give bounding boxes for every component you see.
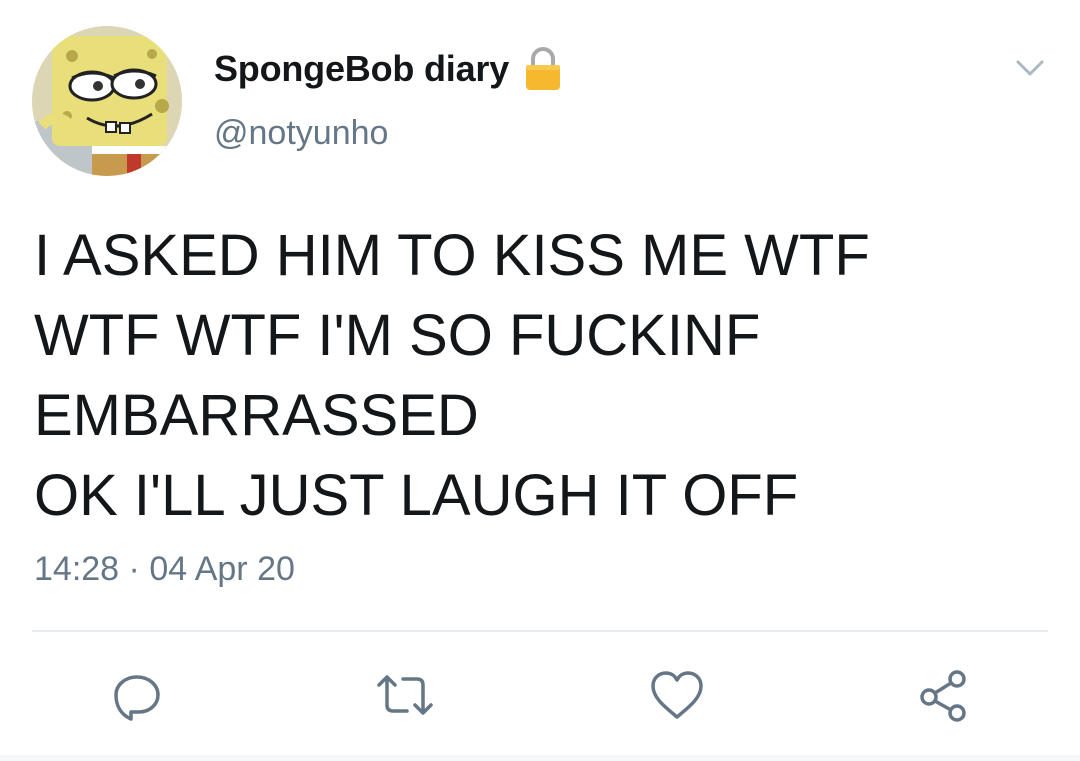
tweet-text-line: OK I'LL JUST LAUGH IT OFF	[34, 463, 799, 528]
tweet-date[interactable]: 04 Apr 20	[149, 550, 295, 588]
tweet-text-line: I ASKED HIM TO KISS ME WTF	[34, 223, 870, 288]
author-handle[interactable]: @notyunho	[214, 114, 388, 153]
avatar[interactable]	[32, 26, 182, 176]
reply-icon	[114, 675, 160, 721]
tweet-card: SpongeBob diary @notyunho I ASKED HIM TO…	[0, 0, 1080, 761]
divider	[32, 630, 1048, 632]
share-icon	[920, 670, 966, 722]
spongebob-avatar-icon	[32, 26, 182, 176]
tweet-time[interactable]: 14:28	[34, 550, 119, 588]
share-button[interactable]	[908, 660, 978, 730]
chevron-down-icon[interactable]	[1012, 54, 1048, 82]
tweet-text-line: EMBARRASSED	[34, 383, 479, 448]
tweet-text: I ASKED HIM TO KISS ME WTF WTF WTF I'M S…	[34, 216, 1044, 536]
heart-icon	[651, 671, 703, 719]
bottom-edge	[0, 755, 1080, 761]
retweet-icon	[377, 675, 433, 715]
lock-icon	[523, 46, 563, 92]
like-button[interactable]	[642, 660, 712, 730]
author-row: SpongeBob diary	[214, 44, 563, 94]
display-name[interactable]: SpongeBob diary	[214, 48, 509, 90]
action-bar	[0, 660, 1080, 730]
tweet-timestamp: 14:28 · 04 Apr 20	[34, 550, 295, 589]
retweet-button[interactable]	[370, 660, 440, 730]
tweet-text-line: WTF WTF I'M SO FUCKINF	[34, 303, 761, 368]
reply-button[interactable]	[102, 660, 172, 730]
meta-separator: ·	[128, 550, 140, 588]
